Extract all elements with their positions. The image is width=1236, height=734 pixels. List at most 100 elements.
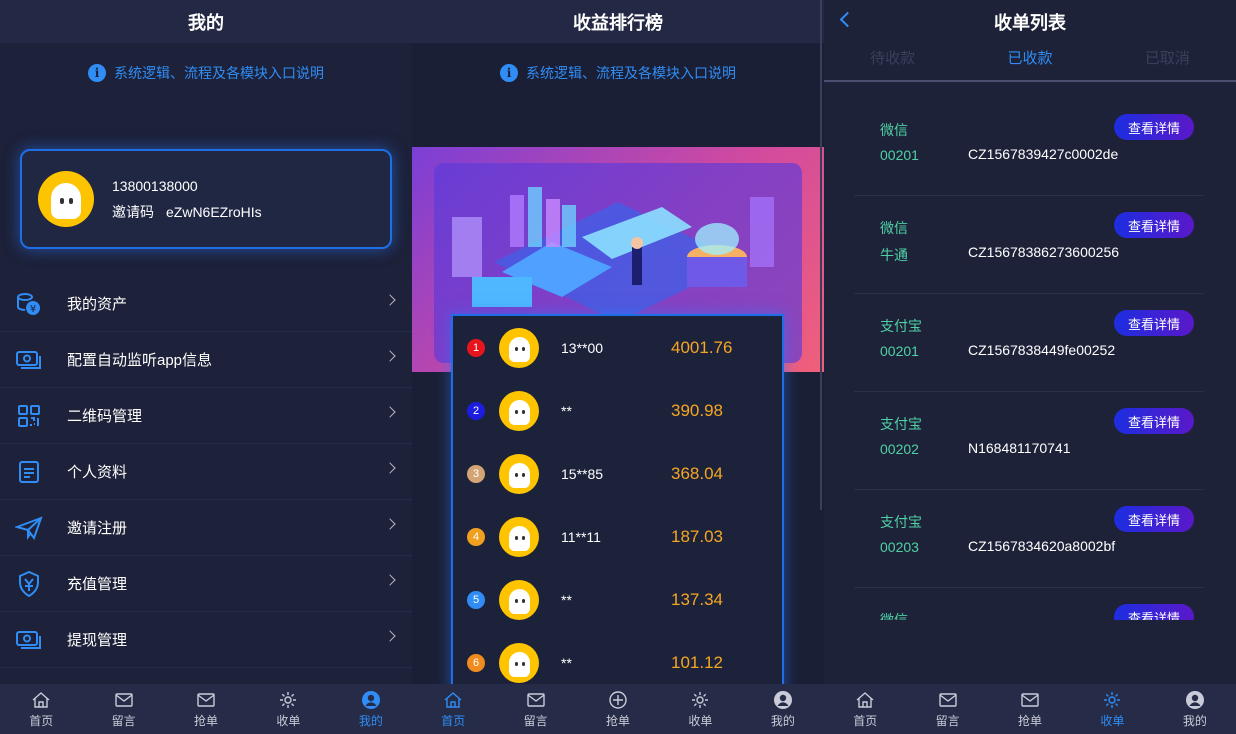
avatar [499, 327, 539, 368]
rank-earnings: 390.98 [671, 400, 723, 420]
menu-item-label: 充值管理 [67, 576, 128, 593]
rank-earnings: 101.12 [671, 652, 723, 672]
tab-messages[interactable]: 留言 [82, 684, 164, 734]
rank-badge: 4 [467, 527, 485, 546]
tab-home[interactable]: 首页 [824, 684, 906, 734]
view-details-button[interactable]: 查看详情 [1114, 408, 1194, 434]
list-item: 微信 牛通 CZ15678386273600256 查看详情 [854, 196, 1204, 294]
tab-home[interactable]: 首页 [0, 684, 82, 734]
tab-messages[interactable]: 留言 [906, 684, 988, 734]
info-text: 系统逻辑、流程及各模块入口说明 [114, 65, 324, 81]
invite-code: eZwN6EZroHIs [166, 204, 262, 220]
menu-item-label: 邀请注册 [67, 520, 128, 537]
payment-type: 微信 [880, 122, 908, 138]
payment-type: 支付宝 [880, 416, 922, 432]
chevron-right-icon [384, 574, 396, 586]
menu-item-profile[interactable]: 个人资料 [0, 444, 412, 500]
rank-badge: 5 [467, 590, 485, 609]
menu-item-assets[interactable]: ¥ 我的资产 [0, 276, 412, 332]
list-item: 支付宝 00201 CZ1567838449fe00252 查看详情 [854, 294, 1204, 392]
order-number: CZ15678386273600256 [968, 244, 1120, 260]
payment-type: 支付宝 [880, 514, 922, 530]
tab-collect[interactable]: 收单 [659, 684, 741, 734]
user-icon [1185, 690, 1204, 709]
menu-item-label: 个人资料 [67, 464, 128, 481]
info-link[interactable]: i 系统逻辑、流程及各模块入口说明 [0, 63, 412, 83]
menu-item-withdraw[interactable]: 提现管理 [0, 612, 412, 668]
tab-grab-order[interactable]: 抢单 [165, 684, 247, 734]
menu-item-label: 二维码管理 [67, 408, 143, 425]
profile-card[interactable]: 13800138000 邀请码 eZwN6EZroHIs [20, 149, 392, 249]
list-item[interactable]: 5 ** 137.34 [453, 568, 782, 631]
tab-mine[interactable]: 我的 [1154, 684, 1236, 734]
orders-screen: 收单列表 待收款 已收款 已取消 微信 00201 CZ1567839427c0… [824, 0, 1236, 734]
chevron-right-icon [384, 518, 396, 530]
tab-grab-order[interactable]: 抢单 [577, 684, 659, 734]
tab-home[interactable]: 首页 [412, 684, 494, 734]
ranking-list: 1 13**00 4001.76 2 ** 390.98 3 15**85 36… [451, 314, 784, 694]
bottom-tab-bar: 首页 留言 抢单 收单 我的 [824, 684, 1236, 734]
view-details-button[interactable]: 查看详情 [1114, 114, 1194, 140]
document-icon [15, 458, 43, 486]
coins-icon: ¥ [15, 290, 43, 318]
mail-icon [938, 692, 957, 707]
cash-icon [15, 626, 43, 654]
view-details-button[interactable]: 查看详情 [1114, 310, 1194, 336]
mail-icon [1021, 692, 1039, 707]
bottom-tab-bar: 首页 留言 抢单 收单 我的 [0, 684, 412, 734]
menu-item-qrcode[interactable]: 二维码管理 [0, 388, 412, 444]
menu-item-recharge[interactable]: 充值管理 [0, 556, 412, 612]
avatar [499, 390, 539, 431]
channel-code: 00203 [880, 539, 919, 555]
mail-icon [197, 692, 215, 707]
menu-item-label: 我的资产 [67, 296, 128, 313]
tab-received[interactable]: 已收款 [961, 44, 1098, 80]
rank-badge: 6 [467, 653, 485, 672]
tab-collect[interactable]: 收单 [1071, 684, 1153, 734]
page-title: 我的 [0, 0, 412, 43]
paper-plane-icon [15, 514, 43, 542]
mail-icon [526, 692, 545, 707]
profile-screen: 我的 i 系统逻辑、流程及各模块入口说明 13800138000 邀请码 eZwN… [0, 0, 412, 734]
user-icon [773, 690, 792, 709]
rank-earnings: 4001.76 [671, 337, 733, 357]
view-details-button[interactable]: 查看详情 [1114, 506, 1194, 532]
tab-collect[interactable]: 收单 [247, 684, 329, 734]
list-item[interactable]: 1 13**00 4001.76 [453, 316, 782, 379]
home-icon [856, 691, 874, 708]
menu-item-app-config[interactable]: 配置自动监听app信息 [0, 332, 412, 388]
list-item[interactable]: 2 ** 390.98 [453, 379, 782, 442]
rank-user: 13**00 [561, 339, 604, 356]
page-title: 收益排行榜 [412, 0, 824, 43]
info-link[interactable]: i 系统逻辑、流程及各模块入口说明 [412, 63, 824, 83]
list-item: 支付宝 00203 CZ1567834620a8002bf 查看详情 [854, 490, 1204, 588]
list-item: 微信 查看详情 [854, 588, 1204, 620]
channel-code: 00202 [880, 441, 919, 457]
back-arrow-icon[interactable] [839, 11, 856, 28]
tab-mine[interactable]: 我的 [742, 684, 824, 734]
rank-badge: 1 [467, 338, 485, 357]
gear-icon [280, 691, 297, 708]
svg-text:¥: ¥ [30, 304, 36, 315]
view-details-button[interactable]: 查看详情 [1114, 604, 1194, 620]
rank-earnings: 187.03 [671, 526, 723, 546]
tab-cancelled[interactable]: 已取消 [1099, 44, 1236, 80]
tab-grab-order[interactable]: 抢单 [989, 684, 1071, 734]
rank-user: ** [561, 591, 572, 608]
view-details-button[interactable]: 查看详情 [1114, 212, 1194, 238]
chevron-right-icon [384, 294, 396, 306]
tab-pending[interactable]: 待收款 [824, 44, 961, 80]
list-item[interactable]: 4 11**11 187.03 [453, 505, 782, 568]
payment-type: 微信 [880, 220, 908, 236]
rank-badge: 2 [467, 401, 485, 420]
gear-icon [1104, 691, 1121, 708]
list-item[interactable]: 3 15**85 368.04 [453, 442, 782, 505]
user-icon [361, 690, 380, 709]
menu-list: ¥ 我的资产 配置自动监听app信息 二维码管理 个人资料 邀请注册 充值管理 … [0, 276, 412, 668]
menu-item-invite[interactable]: 邀请注册 [0, 500, 412, 556]
chevron-right-icon [384, 462, 396, 474]
channel-code: 00201 [880, 147, 919, 163]
tab-messages[interactable]: 留言 [494, 684, 576, 734]
tab-mine[interactable]: 我的 [330, 684, 412, 734]
divider [820, 0, 822, 510]
